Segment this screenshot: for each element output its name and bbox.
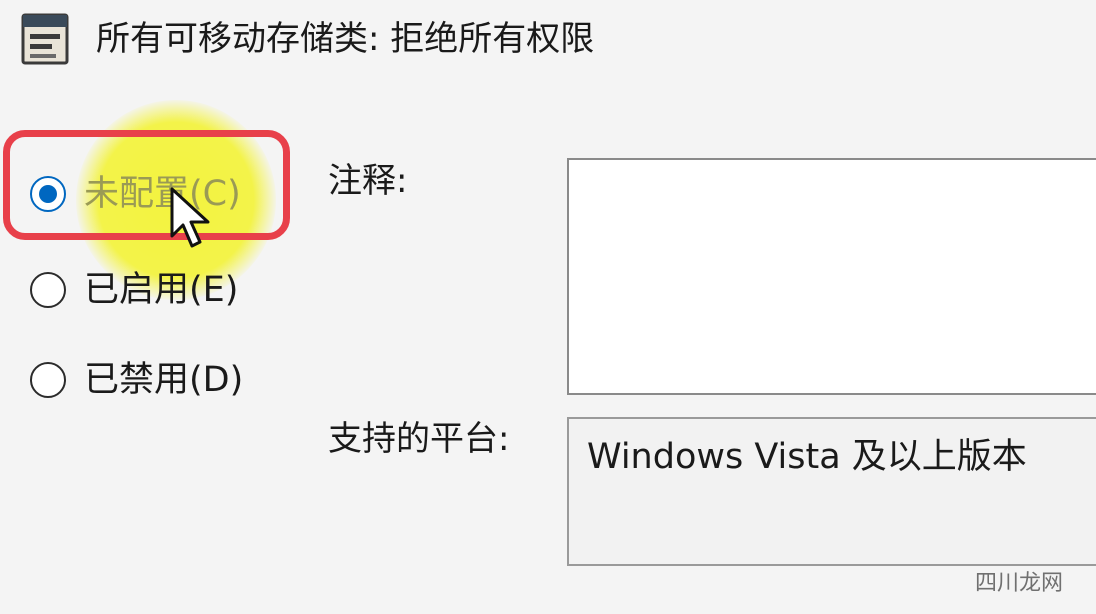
- comment-textarea[interactable]: [567, 158, 1096, 395]
- comment-label: 注释:: [328, 161, 408, 201]
- platform-field: Windows Vista 及以上版本: [567, 417, 1096, 566]
- radio-enabled[interactable]: 已启用(E): [30, 262, 238, 318]
- window-title: 所有可移动存储类: 拒绝所有权限: [96, 19, 595, 59]
- radio-not-configured-indicator[interactable]: [30, 176, 66, 212]
- policy-setting-icon: [21, 13, 69, 65]
- mouse-pointer-icon: [170, 187, 210, 248]
- watermark: 四川龙网: [975, 571, 1064, 596]
- title-bar: 所有可移动存储类: 拒绝所有权限: [0, 0, 1096, 84]
- platform-value: Windows Vista 及以上版本: [587, 437, 1027, 477]
- radio-enabled-label: 已启用(E): [84, 270, 239, 310]
- radio-disabled-label: 已禁用(D): [84, 360, 244, 400]
- radio-enabled-indicator[interactable]: [30, 272, 66, 308]
- radio-selected-dot: [39, 185, 57, 203]
- radio-not-configured-label: 未配置(C): [84, 174, 241, 214]
- radio-disabled-indicator[interactable]: [30, 362, 66, 398]
- radio-disabled[interactable]: 已禁用(D): [30, 352, 243, 408]
- platform-label: 支持的平台:: [328, 419, 510, 459]
